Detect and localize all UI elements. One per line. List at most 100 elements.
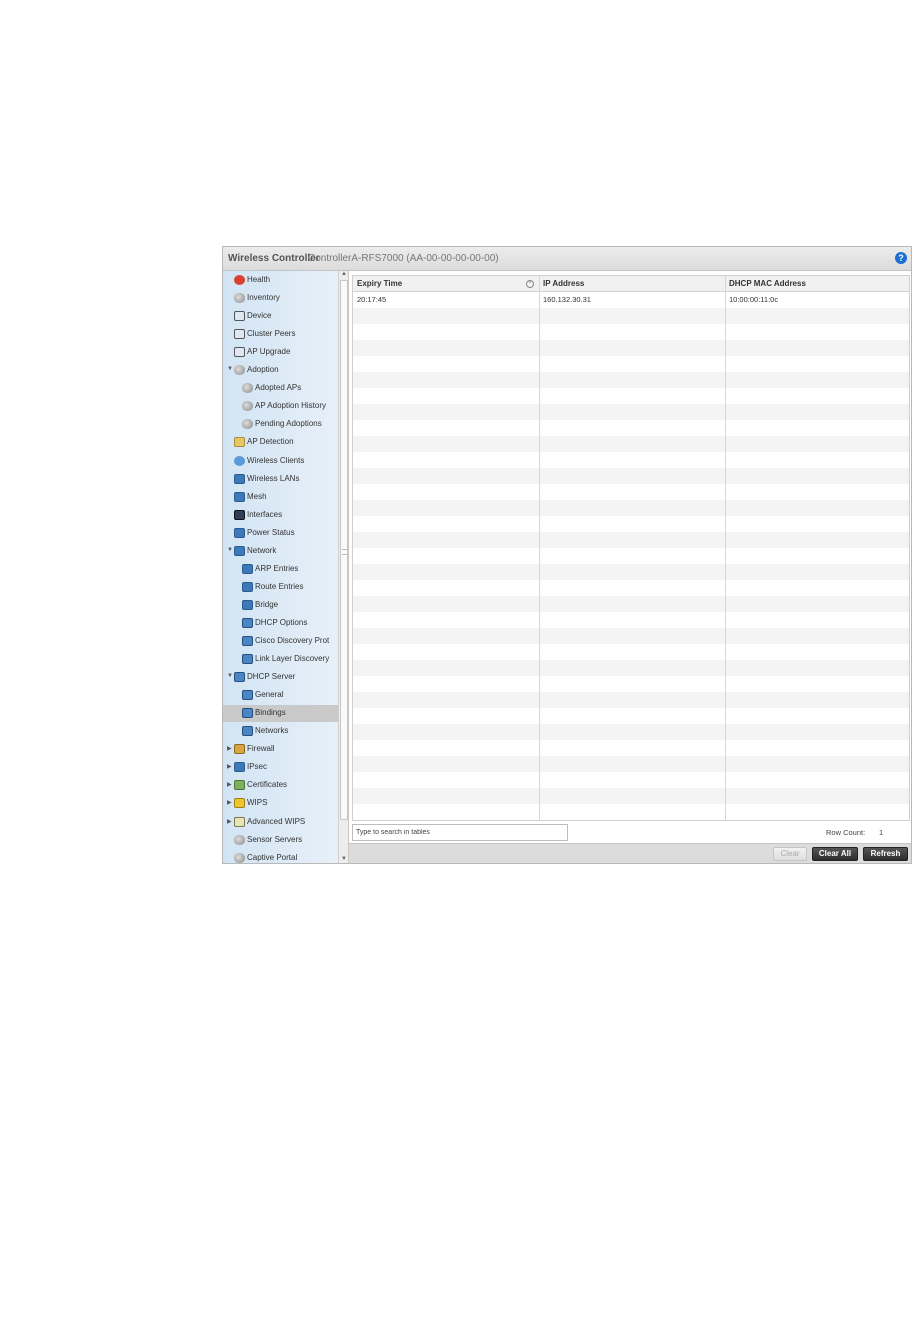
sidebar-item[interactable]: Wireless LANs [223,471,338,488]
scrollbar-thumb[interactable] [340,280,348,820]
column-divider [539,276,540,820]
table-search-input[interactable] [352,824,568,841]
sidebar-item[interactable]: Bindings [223,705,338,723]
sidebar-item-label: Cluster Peers [247,329,296,339]
sidebar-item[interactable]: Captive Portal [223,850,338,863]
scroll-up-icon[interactable]: ▲ [339,271,348,280]
table-row [353,388,909,404]
table-row [353,452,909,468]
sidebar-item[interactable]: AP Adoption History [223,398,338,415]
sidebar-item[interactable]: Cluster Peers [223,326,338,343]
dhcp-icon [242,654,253,665]
sidebar-item[interactable]: Link Layer Discovery [223,651,338,668]
sidebar-item[interactable]: ▶ WIPS [223,795,338,812]
expand-right-icon[interactable]: ▶ [227,799,232,806]
bindings-panel: 20:17:45 160.132.30.31 10:00:00:11:0c Expi… [352,275,910,841]
network-icon [242,581,253,592]
sidebar-item-label: Certificates [247,780,288,790]
column-header-dhcp-mac[interactable]: DHCP MAC Address [725,276,909,292]
table-header: Expiry Time IP Address DHCP MAC Address … [353,276,909,292]
bridge-icon [242,599,253,610]
sidebar-item[interactable]: ARP Entries [223,561,338,578]
expand-right-icon[interactable]: ▶ [227,818,232,825]
sidebar-item[interactable]: ▶ Firewall [223,741,338,758]
table-row [353,340,909,356]
sidebar-item[interactable]: Wireless Clients [223,453,338,470]
sensor-icon [234,834,245,845]
wlan-icon [234,473,245,484]
sidebar-item-label: Cisco Discovery Prot [255,636,330,645]
sidebar-item[interactable]: Health [223,272,338,289]
bindings-table: 20:17:45 160.132.30.31 10:00:00:11:0c Expi… [352,275,910,821]
sidebar-item[interactable]: ▶ Certificates [223,777,338,794]
sidebar-item-label: Wireless LANs [247,473,300,483]
table-row [353,548,909,564]
sidebar-item[interactable]: General [223,687,338,704]
column-header-expiry-time[interactable]: Expiry Time [353,276,539,292]
sort-ascending-icon[interactable]: ^ [526,280,534,288]
clients-icon [234,455,245,466]
dhcp-icon [234,672,245,683]
expand-right-icon[interactable]: ▶ [227,745,232,752]
sidebar-scrollbar[interactable]: ▲ ▼ [338,271,348,863]
sidebar-item[interactable]: ▼ DHCP Server [223,669,338,686]
expand-down-icon[interactable]: ▼ [227,547,233,553]
sidebar-item[interactable]: DHCP Options [223,615,338,632]
table-row [353,724,909,740]
table-row [353,468,909,484]
table-row[interactable]: 20:17:45 160.132.30.31 10:00:00:11:0c [353,292,909,308]
sidebar-item-label: DHCP Options [255,617,308,627]
sidebar-item[interactable]: Networks [223,723,338,740]
sidebar-item[interactable]: ▼ Network [223,543,338,560]
network-icon [234,545,245,556]
table-row [353,660,909,676]
table-row [353,564,909,580]
expand-down-icon[interactable]: ▼ [227,673,233,679]
sidebar-item[interactable]: AP Upgrade [223,344,338,361]
table-row [353,484,909,500]
table-row [353,500,909,516]
expand-right-icon[interactable]: ▶ [227,763,232,770]
column-header-ip-address[interactable]: IP Address [539,276,725,292]
sidebar-item[interactable]: Device [223,308,338,325]
table-row [353,436,909,452]
sidebar-item[interactable]: Interfaces [223,507,338,524]
certificate-icon [234,780,245,791]
mac-address-cell: 10:00:00:11:0c [729,295,779,304]
expand-down-icon[interactable]: ▼ [227,366,233,372]
sidebar-item[interactable]: ▶ Advanced WIPS [223,814,338,831]
device-icon [234,311,245,322]
sidebar-item-label: Captive Portal [247,852,298,862]
ap-icon [242,401,253,412]
sidebar-item-label: Bridge [255,599,279,609]
sidebar-item[interactable]: Mesh [223,489,338,506]
scroll-down-icon[interactable]: ▼ [339,856,348,863]
help-icon[interactable]: ? [895,252,907,264]
sidebar-item[interactable]: AP Detection [223,434,338,451]
sidebar-item[interactable]: ▼ Adoption [223,362,338,379]
sidebar-item[interactable]: Sensor Servers [223,832,338,849]
clear-button[interactable]: Clear [773,847,807,861]
controller-id: ControllerA-RFS7000 (AA-00-00-00-00-00) [308,253,499,264]
clear-all-button[interactable]: Clear All [812,847,858,861]
sidebar-item-label: AP Upgrade [247,347,291,357]
sidebar-item[interactable]: Inventory [223,290,338,307]
sidebar-item[interactable]: Power Status [223,525,338,542]
dhcp-icon [242,690,253,701]
table-row [353,404,909,420]
app-title: Wireless Controller [228,253,320,264]
expand-right-icon[interactable]: ▶ [227,781,232,788]
navigation-tree: Health Inventory Device Cluster Peers AP Upg… [223,271,349,863]
sidebar-item[interactable]: Pending Adoptions [223,416,338,433]
sidebar-item-label: Pending Adoptions [255,419,322,429]
sidebar-item[interactable]: Adopted APs [223,380,338,397]
sidebar-item[interactable]: ▶ IPsec [223,759,338,776]
sidebar-item[interactable]: Route Entries [223,579,338,596]
captive-portal-icon [234,852,245,863]
column-divider [725,276,726,820]
sidebar-item[interactable]: Cisco Discovery Prot [223,633,338,650]
refresh-button[interactable]: Refresh [863,847,908,861]
sidebar-item-label: Device [247,311,272,321]
sidebar-item[interactable]: Bridge [223,597,338,614]
firewall-icon [234,744,245,755]
